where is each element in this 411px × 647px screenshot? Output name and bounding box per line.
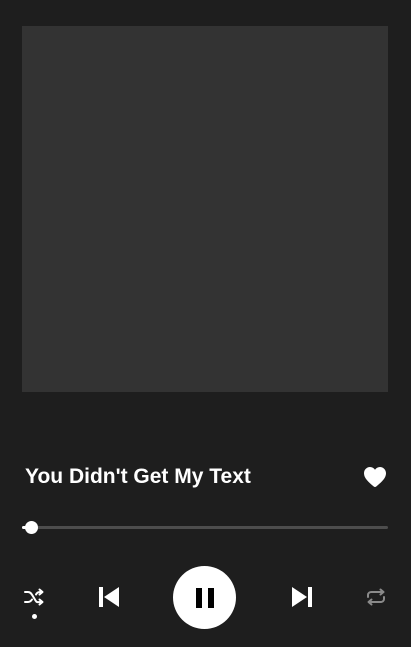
progress-bar[interactable] xyxy=(22,518,388,536)
now-playing-screen: You Didn't Get My Text xyxy=(0,0,411,647)
play-pause-button[interactable] xyxy=(173,566,236,629)
pause-icon xyxy=(195,587,214,608)
shuffle-icon xyxy=(24,588,44,606)
progress-track xyxy=(22,526,388,529)
progress-handle[interactable] xyxy=(25,521,39,534)
skip-previous-icon xyxy=(99,587,119,607)
like-button[interactable] xyxy=(362,464,388,490)
shuffle-button[interactable] xyxy=(18,584,50,610)
previous-button[interactable] xyxy=(93,582,125,612)
heart-icon xyxy=(364,467,386,487)
repeat-button[interactable] xyxy=(360,584,392,610)
track-info-row: You Didn't Get My Text xyxy=(25,462,388,492)
skip-next-icon xyxy=(292,587,312,607)
next-button[interactable] xyxy=(286,582,318,612)
album-art xyxy=(22,26,388,392)
track-title: You Didn't Get My Text xyxy=(25,465,251,488)
playback-controls xyxy=(0,562,411,632)
repeat-icon xyxy=(367,588,385,606)
shuffle-active-indicator xyxy=(32,614,37,619)
